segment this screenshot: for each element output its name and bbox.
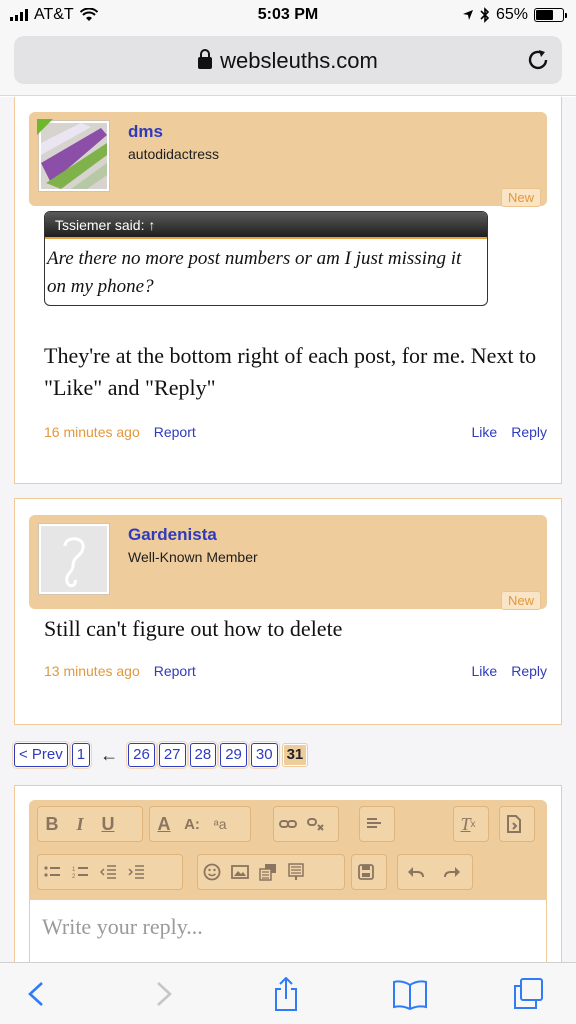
tabs-icon[interactable] xyxy=(512,977,544,1011)
back-icon[interactable] xyxy=(22,977,54,1011)
align-icon[interactable] xyxy=(360,809,388,839)
save-draft-icon[interactable] xyxy=(352,857,380,887)
quote-text: Are there no more post numbers or am I j… xyxy=(47,248,462,297)
battery-icon xyxy=(534,8,567,22)
editor-toolbar: B I U A A: ᵃa Tx 1 2 xyxy=(29,800,547,900)
pagination: < Prev 1 ← 26 27 28 29 30 31 xyxy=(12,741,309,769)
status-right: 65% xyxy=(462,6,567,24)
post-footer: 13 minutes ago Report Like Reply xyxy=(44,663,547,679)
history-group xyxy=(397,854,473,890)
reply-editor: B I U A A: ᵃa Tx 1 2 Write your reply... xyxy=(14,785,562,962)
quote-block: Tssiemer said: ↑ Are there no more post … xyxy=(44,211,488,306)
page-link[interactable]: 30 xyxy=(248,741,280,769)
reload-icon[interactable] xyxy=(526,48,550,72)
link-icon[interactable] xyxy=(274,809,302,839)
font-group: A A: ᵃa xyxy=(149,806,251,842)
user-title: Well-Known Member xyxy=(128,549,258,565)
italic-button[interactable]: I xyxy=(66,809,94,839)
bold-button[interactable]: B xyxy=(38,809,66,839)
bluetooth-icon xyxy=(480,7,490,23)
browser-toolbar: websleuths.com xyxy=(0,32,576,96)
footer-spacer xyxy=(196,424,472,440)
post-message: Still can't figure out how to delete xyxy=(44,616,343,641)
drafts-icon[interactable] xyxy=(500,809,528,839)
redo-icon[interactable] xyxy=(434,857,470,887)
post: Gardenista Well-Known Member New Still c… xyxy=(14,498,562,725)
current-page: 31 xyxy=(281,743,309,767)
skip-pages-arrow[interactable]: ← xyxy=(100,745,118,766)
draft-group xyxy=(499,806,535,842)
unlink-icon[interactable] xyxy=(302,809,330,839)
user-title: autodidactress xyxy=(128,146,220,162)
share-icon[interactable] xyxy=(270,977,302,1011)
bullet-list-icon[interactable] xyxy=(38,857,66,887)
post-message: They're at the bottom right of each post… xyxy=(44,343,537,400)
address-text-wrap: websleuths.com xyxy=(14,48,562,74)
new-badge: New xyxy=(500,188,541,207)
svg-text:1: 1 xyxy=(72,867,76,873)
like-link[interactable]: Like xyxy=(472,663,498,679)
outdent-icon[interactable] xyxy=(94,857,122,887)
clear-format-group: Tx xyxy=(453,806,489,842)
post-footer: 16 minutes ago Report Like Reply xyxy=(44,424,547,440)
media-icon[interactable] xyxy=(254,857,282,887)
battery-percent: 65% xyxy=(495,6,528,23)
list-group: 12 xyxy=(37,854,183,890)
page-link[interactable]: 28 xyxy=(187,741,219,769)
report-link[interactable]: Report xyxy=(154,663,196,679)
online-indicator xyxy=(37,119,53,135)
clear-formatting-icon[interactable]: Tx xyxy=(454,809,482,839)
font-size-icon[interactable]: A: xyxy=(178,809,206,839)
user-info-bar: Gardenista Well-Known Member New xyxy=(29,515,547,610)
reply-placeholder: Write your reply... xyxy=(42,914,203,939)
page-content: dms autodidactress New Tssiemer said: ↑ … xyxy=(0,97,576,962)
svg-text:2: 2 xyxy=(72,874,76,879)
reply-link[interactable]: Reply xyxy=(511,663,547,679)
reply-link[interactable]: Reply xyxy=(511,424,547,440)
address-bar[interactable]: websleuths.com xyxy=(14,36,562,84)
status-bar: AT&T 5:03 PM 65% xyxy=(0,0,576,32)
new-badge: New xyxy=(500,591,541,610)
text-style-group: B I U xyxy=(37,806,143,842)
username-link[interactable]: Gardenista xyxy=(128,525,217,545)
post: dms autodidactress New Tssiemer said: ↑ … xyxy=(14,97,562,484)
prev-page-button[interactable]: < Prev xyxy=(12,741,70,769)
quote-author-link[interactable]: Tssiemer said: ↑ xyxy=(45,212,487,239)
post-timestamp[interactable]: 16 minutes ago xyxy=(44,424,140,440)
lock-icon xyxy=(198,49,213,69)
insert-group xyxy=(197,854,345,890)
link-group xyxy=(273,806,339,842)
footer-spacer xyxy=(196,663,472,679)
page-link[interactable]: 29 xyxy=(218,741,249,769)
numbered-list-icon[interactable]: 12 xyxy=(66,857,94,887)
bookmarks-icon[interactable] xyxy=(392,977,428,1011)
avatar[interactable] xyxy=(37,119,110,192)
save-group xyxy=(351,854,387,890)
reply-input[interactable]: Write your reply... xyxy=(29,900,547,962)
default-avatar-icon xyxy=(41,526,107,592)
smiley-icon[interactable] xyxy=(198,857,226,887)
user-info-bar: dms autodidactress New xyxy=(29,112,547,207)
underline-button[interactable]: U xyxy=(94,809,122,839)
align-group xyxy=(359,806,395,842)
post-timestamp[interactable]: 13 minutes ago xyxy=(44,663,140,679)
undo-icon[interactable] xyxy=(398,857,434,887)
avatar[interactable] xyxy=(38,523,110,595)
font-family-icon[interactable]: ᵃa xyxy=(206,809,234,839)
report-link[interactable]: Report xyxy=(154,424,196,440)
page-link[interactable]: 27 xyxy=(156,741,188,769)
font-color-icon[interactable]: A xyxy=(150,809,178,839)
indent-icon[interactable] xyxy=(122,857,150,887)
location-icon xyxy=(462,10,473,20)
url-text: websleuths.com xyxy=(220,48,378,73)
page-link[interactable]: 26 xyxy=(126,741,157,769)
like-link[interactable]: Like xyxy=(472,424,498,440)
page-link-first[interactable]: 1 xyxy=(69,741,93,769)
forward-icon[interactable] xyxy=(146,977,178,1011)
username-link[interactable]: dms xyxy=(128,122,163,142)
browser-bottom-bar xyxy=(0,962,576,1024)
insert-more-icon[interactable] xyxy=(282,857,310,887)
image-icon[interactable] xyxy=(226,857,254,887)
